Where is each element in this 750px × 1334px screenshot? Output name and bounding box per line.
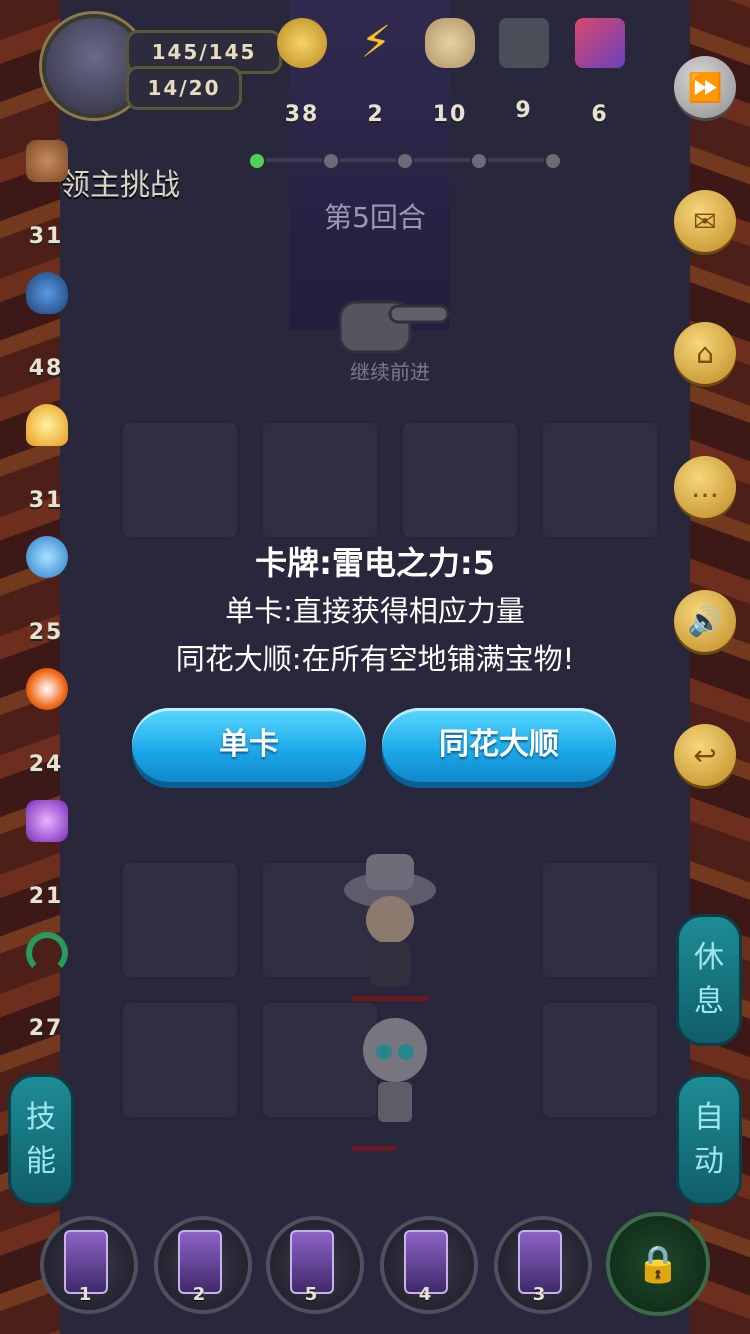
- round-dot: [470, 152, 488, 170]
- round-dot: [396, 152, 414, 170]
- skill-button[interactable]: 技 能: [8, 1074, 74, 1206]
- card-slot[interactable]: 4: [380, 1216, 478, 1314]
- home-button[interactable]: ⌂: [674, 322, 736, 384]
- resource-energy: ⚡ 2: [346, 18, 406, 128]
- resource-gold: 38: [272, 18, 332, 128]
- stat-value: 48: [28, 356, 64, 381]
- card-number: 1: [78, 1284, 92, 1305]
- stat-fire: 31: [14, 404, 78, 536]
- royal-flush-button[interactable]: 同花大顺: [382, 708, 616, 782]
- fast-forward-icon: ⏩: [687, 70, 723, 104]
- dialog-line-flush: 同花大顺:在所有空地铺满宝物!: [175, 642, 575, 676]
- stat-value: 31: [28, 224, 64, 249]
- dialog-title: 卡牌:雷电之力:5: [255, 544, 495, 582]
- dialog-line-single: 单卡:直接获得相应力量: [225, 594, 525, 628]
- undo-button[interactable]: ↩: [674, 724, 736, 786]
- card-number: 4: [418, 1284, 432, 1305]
- resource-ore: 9: [494, 18, 554, 128]
- resource-food: 10: [420, 18, 480, 128]
- card-number: 5: [304, 1284, 318, 1305]
- horseshoe-icon: [26, 932, 68, 974]
- round-dot: [544, 152, 562, 170]
- stat-fireball: 24: [14, 668, 78, 800]
- shield-icon: [26, 272, 68, 314]
- stage-title: 领主挑战: [60, 168, 180, 203]
- fast-forward-button[interactable]: ⏩: [674, 56, 736, 118]
- stat-value: 24: [28, 752, 64, 777]
- card-slot[interactable]: 3: [494, 1216, 592, 1314]
- lightning-bolt-icon: [26, 800, 68, 842]
- locked-slot-button[interactable]: 🔒: [606, 1212, 710, 1316]
- resource-value: 2: [367, 102, 385, 127]
- mail-button[interactable]: ✉: [674, 190, 736, 252]
- round-dot: [322, 152, 340, 170]
- stat-luck: 27: [14, 932, 78, 1064]
- resource-value: 9: [515, 98, 533, 123]
- stamina-pill: 14/20: [126, 66, 242, 110]
- resource-value: 6: [591, 102, 609, 127]
- bread-icon: [425, 18, 475, 68]
- stat-value: 21: [28, 884, 64, 909]
- resource-crystal: 6: [570, 18, 630, 128]
- auto-button[interactable]: 自 动: [676, 1074, 742, 1206]
- card-number: 2: [192, 1284, 206, 1305]
- stat-value: 31: [28, 488, 64, 513]
- fist-icon: [26, 140, 68, 182]
- envelope-icon: ✉: [693, 204, 717, 238]
- crystal-icon: [575, 18, 625, 68]
- gold-coin-icon: [277, 18, 327, 68]
- round-label: 第5回合: [324, 201, 426, 234]
- round-dot-current: [248, 152, 266, 170]
- card-number: 3: [532, 1284, 546, 1305]
- rest-button[interactable]: 休 息: [676, 914, 742, 1046]
- home-icon: ⌂: [696, 336, 714, 370]
- resource-value: 10: [432, 102, 468, 127]
- chat-button[interactable]: …: [674, 456, 736, 518]
- stat-attack: 31: [14, 140, 78, 272]
- card-slot[interactable]: 1: [40, 1216, 138, 1314]
- stat-defense: 48: [14, 272, 78, 404]
- stat-lightning: 21: [14, 800, 78, 932]
- resource-value: 38: [284, 102, 320, 127]
- stat-value: 27: [28, 1016, 64, 1041]
- lock-icon: 🔒: [635, 1244, 681, 1285]
- anvil-icon: [499, 18, 549, 68]
- flame-icon: [26, 404, 68, 446]
- card-slot[interactable]: 5: [266, 1216, 364, 1314]
- single-card-button[interactable]: 单卡: [132, 708, 366, 782]
- lightning-icon: ⚡: [360, 17, 392, 68]
- card-slot[interactable]: 2: [154, 1216, 252, 1314]
- undo-arrow-icon: ↩: [693, 738, 717, 772]
- chat-bubble-icon: …: [691, 470, 719, 504]
